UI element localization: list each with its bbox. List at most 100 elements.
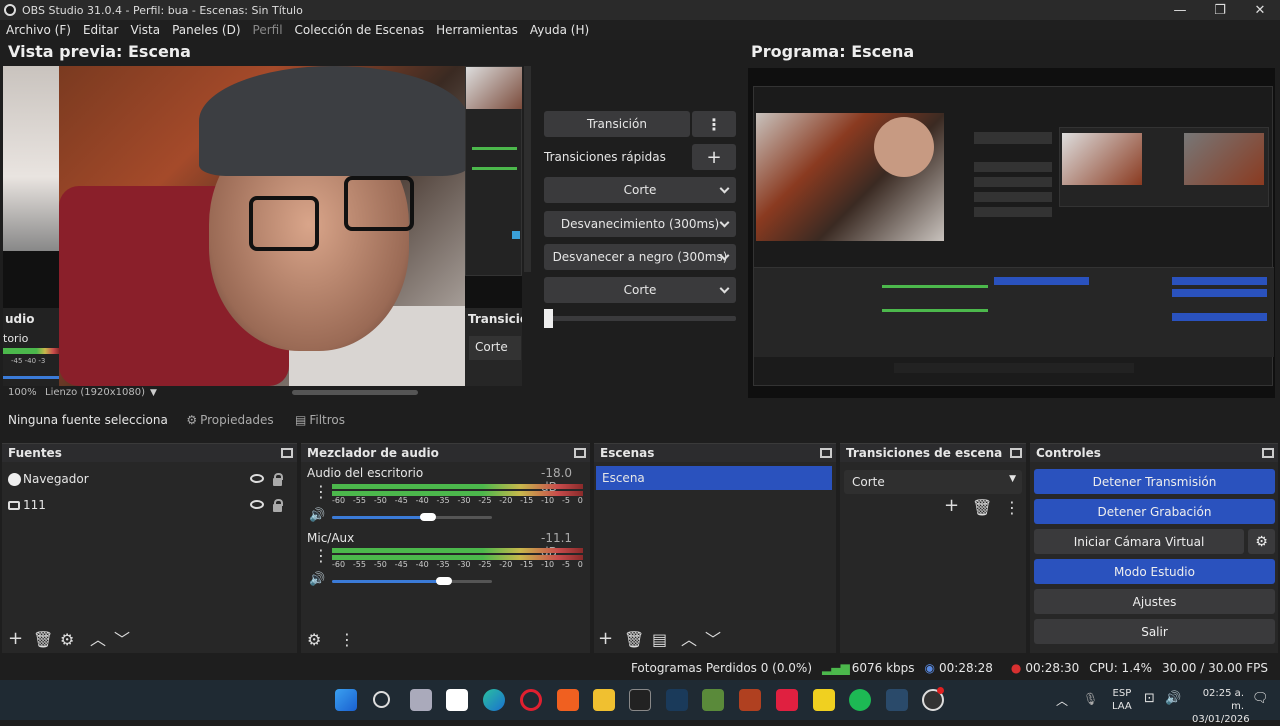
app-icon[interactable] (813, 689, 835, 711)
volume-slider-handle[interactable] (420, 513, 436, 521)
volume-icon[interactable]: 🔊 (1165, 691, 1181, 706)
preview-vscroll[interactable] (524, 66, 531, 272)
volume-slider-handle[interactable] (436, 577, 452, 585)
transition-button[interactable]: Transición (544, 111, 690, 137)
tbar-slider[interactable] (544, 316, 736, 321)
undock-icon[interactable] (281, 448, 293, 458)
stream-time: 00:28:28 (939, 661, 993, 675)
mixer-menu-icon[interactable]: ⋮ (339, 632, 355, 648)
glasses-right (344, 176, 414, 231)
filters-button[interactable]: ▤ Filtros (285, 408, 355, 432)
tbar-handle[interactable] (544, 309, 553, 328)
game-icon[interactable] (739, 689, 761, 711)
forza-icon[interactable] (776, 689, 798, 711)
move-down-icon[interactable]: ﹀ (114, 632, 130, 648)
transition-menu-icon[interactable]: ⋮ (692, 111, 736, 137)
stop-recording-button[interactable]: Detener Grabación (1034, 499, 1275, 524)
advanced-audio-gear-icon[interactable]: ⚙ (307, 632, 321, 648)
menu-perfil[interactable]: Perfil (247, 23, 289, 37)
quick-transition-black[interactable]: Desvanecer a negro (300ms) (544, 244, 736, 270)
move-down-icon[interactable]: ﹀ (705, 632, 721, 648)
minecraft-icon[interactable] (702, 689, 724, 711)
lock-icon[interactable] (273, 473, 283, 486)
filter-icon[interactable]: ▤ (652, 632, 667, 648)
qt-black-label: Desvanecer a negro (300ms) (552, 250, 728, 264)
close-button[interactable]: ✕ (1240, 3, 1280, 18)
chevron-up-icon[interactable]: ︿ (1056, 692, 1068, 709)
start-virtual-camera-button[interactable]: Iniciar Cámara Virtual (1034, 529, 1244, 554)
virtual-camera-gear-icon[interactable]: ⚙ (1248, 529, 1275, 554)
transition-menu-icon[interactable]: ⋮ (1004, 500, 1020, 516)
menu-vista[interactable]: Vista (124, 23, 166, 37)
trash-icon[interactable]: 🗑 (624, 632, 644, 648)
network-icon[interactable]: ⊡ (1144, 691, 1155, 706)
maximize-button[interactable]: ❐ (1200, 3, 1240, 18)
record-icon: ● (1010, 661, 1022, 675)
minimize-button[interactable]: — (1160, 3, 1200, 18)
trash-icon[interactable]: 🗑 (972, 500, 992, 516)
search-icon[interactable] (373, 691, 390, 708)
window-title: OBS Studio 31.0.4 - Perfil: bua - Escena… (22, 3, 303, 17)
menu-herramientas[interactable]: Herramientas (430, 23, 524, 37)
properties-button[interactable]: ⚙ Propiedades (180, 408, 280, 432)
visibility-eye-icon[interactable] (250, 474, 264, 483)
channel-menu-icon[interactable]: ⋮ (313, 548, 329, 564)
undock-icon[interactable] (1262, 448, 1274, 458)
opera-icon[interactable] (520, 689, 542, 711)
channel-menu-icon[interactable]: ⋮ (313, 484, 329, 500)
quick-transition-corte-1[interactable]: Corte (544, 177, 736, 203)
exit-button[interactable]: Salir (1034, 619, 1275, 644)
brave-icon[interactable] (557, 689, 579, 711)
clock[interactable]: 02:25 a. m. 03/01/2026 (1192, 687, 1250, 726)
stop-streaming-button[interactable]: Detener Transmisión (1034, 469, 1275, 494)
lock-icon[interactable] (273, 499, 283, 512)
microphone-icon[interactable]: 🎙 (1083, 692, 1098, 706)
language-indicator[interactable]: ESP LAA (1112, 687, 1132, 713)
gear-icon[interactable]: ⚙ (60, 632, 74, 648)
menu-paneles[interactable]: Paneles (D) (166, 23, 246, 37)
volume-slider[interactable] (332, 516, 492, 519)
preview-hscroll[interactable] (292, 390, 418, 395)
speaker-icon[interactable]: 🔊 (309, 572, 325, 588)
menu-editar[interactable]: Editar (77, 23, 125, 37)
epic-games-icon[interactable] (629, 689, 651, 711)
quick-transition-fade[interactable]: Desvanecimiento (300ms) (544, 211, 736, 237)
preview-canvas[interactable]: udio torio -45 -40 -3 Transicion Corte (3, 66, 522, 386)
notifications-icon[interactable]: 🗨 (1252, 691, 1269, 706)
undock-icon[interactable] (574, 448, 586, 458)
add-transition-icon[interactable]: + (944, 497, 959, 515)
settings-button[interactable]: Ajustes (1034, 589, 1275, 614)
studio-mode-button[interactable]: Modo Estudio (1034, 559, 1275, 584)
task-view-icon[interactable] (410, 689, 432, 711)
transition-select[interactable]: Corte ▼ (844, 470, 1022, 494)
add-source-icon[interactable]: + (8, 630, 23, 648)
signal-bars-icon: ▂▄▆ (822, 661, 850, 675)
edge-icon[interactable] (483, 689, 505, 711)
menu-ayuda[interactable]: Ayuda (H) (524, 23, 595, 37)
add-scene-icon[interactable]: + (598, 630, 613, 648)
windows-start-icon[interactable] (335, 689, 357, 711)
menu-archivo[interactable]: Archivo (F) (0, 23, 77, 37)
folder-icon[interactable] (593, 689, 615, 711)
trash-icon[interactable]: 🗑 (33, 632, 53, 648)
display-capture-icon (8, 500, 20, 510)
spotify-icon[interactable] (849, 689, 871, 711)
visibility-eye-icon[interactable] (250, 500, 264, 509)
steam-icon[interactable] (666, 689, 688, 711)
zoom-dropdown-icon[interactable]: ▼ (150, 388, 157, 398)
undock-icon[interactable] (820, 448, 832, 458)
source-item[interactable]: Navegador (2, 466, 297, 492)
volume-slider[interactable] (332, 580, 492, 583)
steam-icon[interactable] (886, 689, 908, 711)
undock-icon[interactable] (1010, 448, 1022, 458)
speaker-icon[interactable]: 🔊 (309, 508, 325, 524)
add-quick-transition-icon[interactable]: + (692, 144, 736, 170)
source-item[interactable]: 111 (2, 492, 297, 518)
move-up-icon[interactable]: ︿ (681, 632, 697, 648)
scene-item[interactable]: Escena (596, 466, 832, 490)
preview-mini-obs (465, 66, 522, 276)
quick-transition-corte-2[interactable]: Corte (544, 277, 736, 303)
menu-coleccion[interactable]: Colección de Escenas (289, 23, 431, 37)
store-icon[interactable] (446, 689, 468, 711)
move-up-icon[interactable]: ︿ (90, 632, 106, 648)
